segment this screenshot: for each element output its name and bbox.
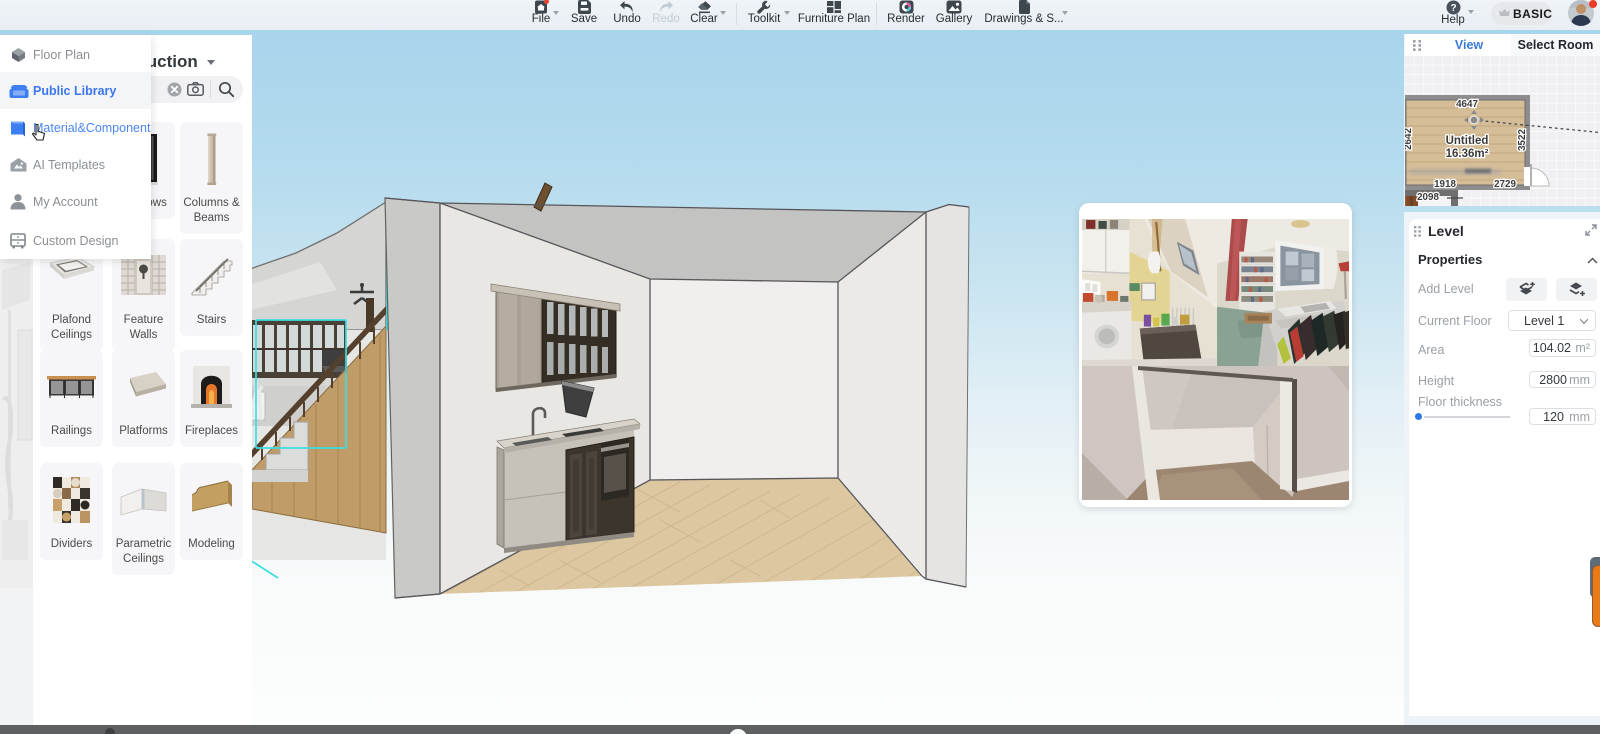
svg-text:2729: 2729 [1494,179,1516,190]
svg-text:1918: 1918 [1434,179,1456,190]
svg-text:Untitled: Untitled [1446,135,1489,147]
svg-text:16.36m²: 16.36m² [1446,148,1489,160]
svg-text:4647: 4647 [1456,99,1478,110]
svg-text:3522: 3522 [1517,129,1528,151]
svg-text:?: ? [1450,3,1456,14]
svg-text:2642: 2642 [1405,128,1414,150]
svg-text:2098: 2098 [1417,192,1439,203]
